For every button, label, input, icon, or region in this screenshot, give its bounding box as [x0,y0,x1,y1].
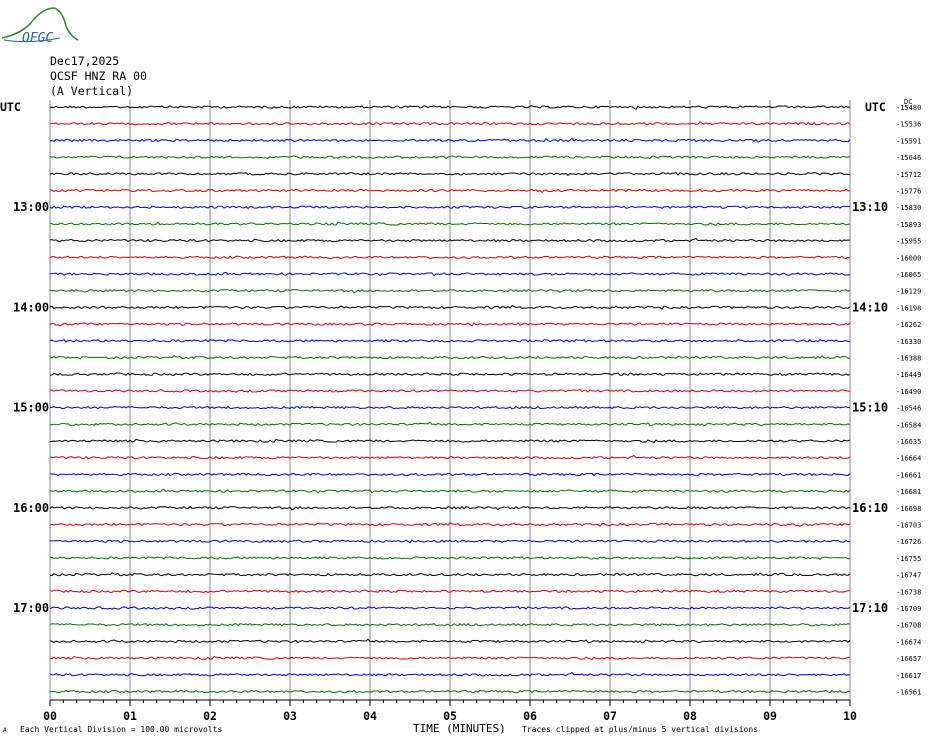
division-note: Each Vertical Division = 100.00 microvol… [20,725,223,734]
left-hour-label: 16:00 [13,501,49,515]
dc-offset-label: -16708 [896,622,921,630]
dc-offset-label: -16709 [896,605,921,613]
dc-offset-label: -16661 [896,471,921,479]
x-tick-label: 02 [203,709,217,723]
dc-offset-label: -16000 [896,254,921,262]
right-hour-label: 13:10 [852,200,888,214]
dc-offset-label: -16262 [896,321,921,329]
helicorder-plot: -15480-15536-15591-15646-15712-15776-158… [13,98,921,723]
dc-offset-label: -16129 [896,288,921,296]
dc-offset-label: -16681 [896,488,921,496]
x-tick-label: 03 [283,709,297,723]
x-tick-label: 04 [363,709,377,723]
x-tick-label: 09 [763,709,777,723]
dc-offset-label: -16698 [896,505,921,513]
dc-offset-label: -16330 [896,338,921,346]
dc-offset-label: -16674 [896,638,921,646]
right-hour-label: 16:10 [852,501,888,515]
dc-offset-label: -15893 [896,221,921,229]
x-tick-label: 06 [523,709,537,723]
dc-offset-label: -15830 [896,204,921,212]
dc-offset-label: -16388 [896,355,921,363]
right-hour-label: 15:10 [852,401,888,415]
x-tick-label: 00 [43,709,57,723]
dc-offset-label: -15955 [896,238,921,246]
dc-offset-label: -15591 [896,137,921,145]
dc-offset-label: -16617 [896,672,921,680]
right-hour-label: 14:10 [852,300,888,314]
left-hour-label: 14:00 [13,300,49,314]
dc-offset-label: -16198 [896,304,921,312]
dc-offset-label: -16449 [896,371,921,379]
right-hour-label: 17:10 [852,601,888,615]
dc-offset-label: -16738 [896,588,921,596]
x-tick-label: 08 [683,709,697,723]
dc-offset-label: -16490 [896,388,921,396]
clip-note: Traces clipped at plus/minus 5 vertical … [522,725,759,734]
dc-offset-label: -16726 [896,538,921,546]
dc-offset-label: -15536 [896,121,921,129]
left-hour-label: 15:00 [13,401,49,415]
dc-offset-label: -16065 [896,271,921,279]
dc-offset-label: -16584 [896,421,921,429]
dc-offset-label: -16664 [896,455,921,463]
dc-offset-label: -16561 [896,689,921,697]
dc-offset-label: -15776 [896,188,921,196]
dc-offset-label: -16747 [896,572,921,580]
dc-offset-label: -15712 [896,171,921,179]
corner-mark: A [3,727,7,734]
left-hour-label: 17:00 [13,601,49,615]
dc-offset-label: -16657 [896,655,921,663]
x-tick-label: 01 [123,709,137,723]
dc-header-label: DC [904,98,912,106]
dc-offset-label: -15646 [896,154,921,162]
x-tick-label: 07 [603,709,617,723]
dc-offset-label: -16703 [896,522,921,530]
dc-offset-label: -16635 [896,438,921,446]
dc-offset-label: -16755 [896,555,921,563]
x-axis-title: TIME (MINUTES) [413,722,506,735]
x-tick-label: 10 [843,709,857,723]
x-tick-label: 05 [443,709,457,723]
dc-offset-label: -16546 [896,405,921,413]
left-hour-label: 13:00 [13,200,49,214]
